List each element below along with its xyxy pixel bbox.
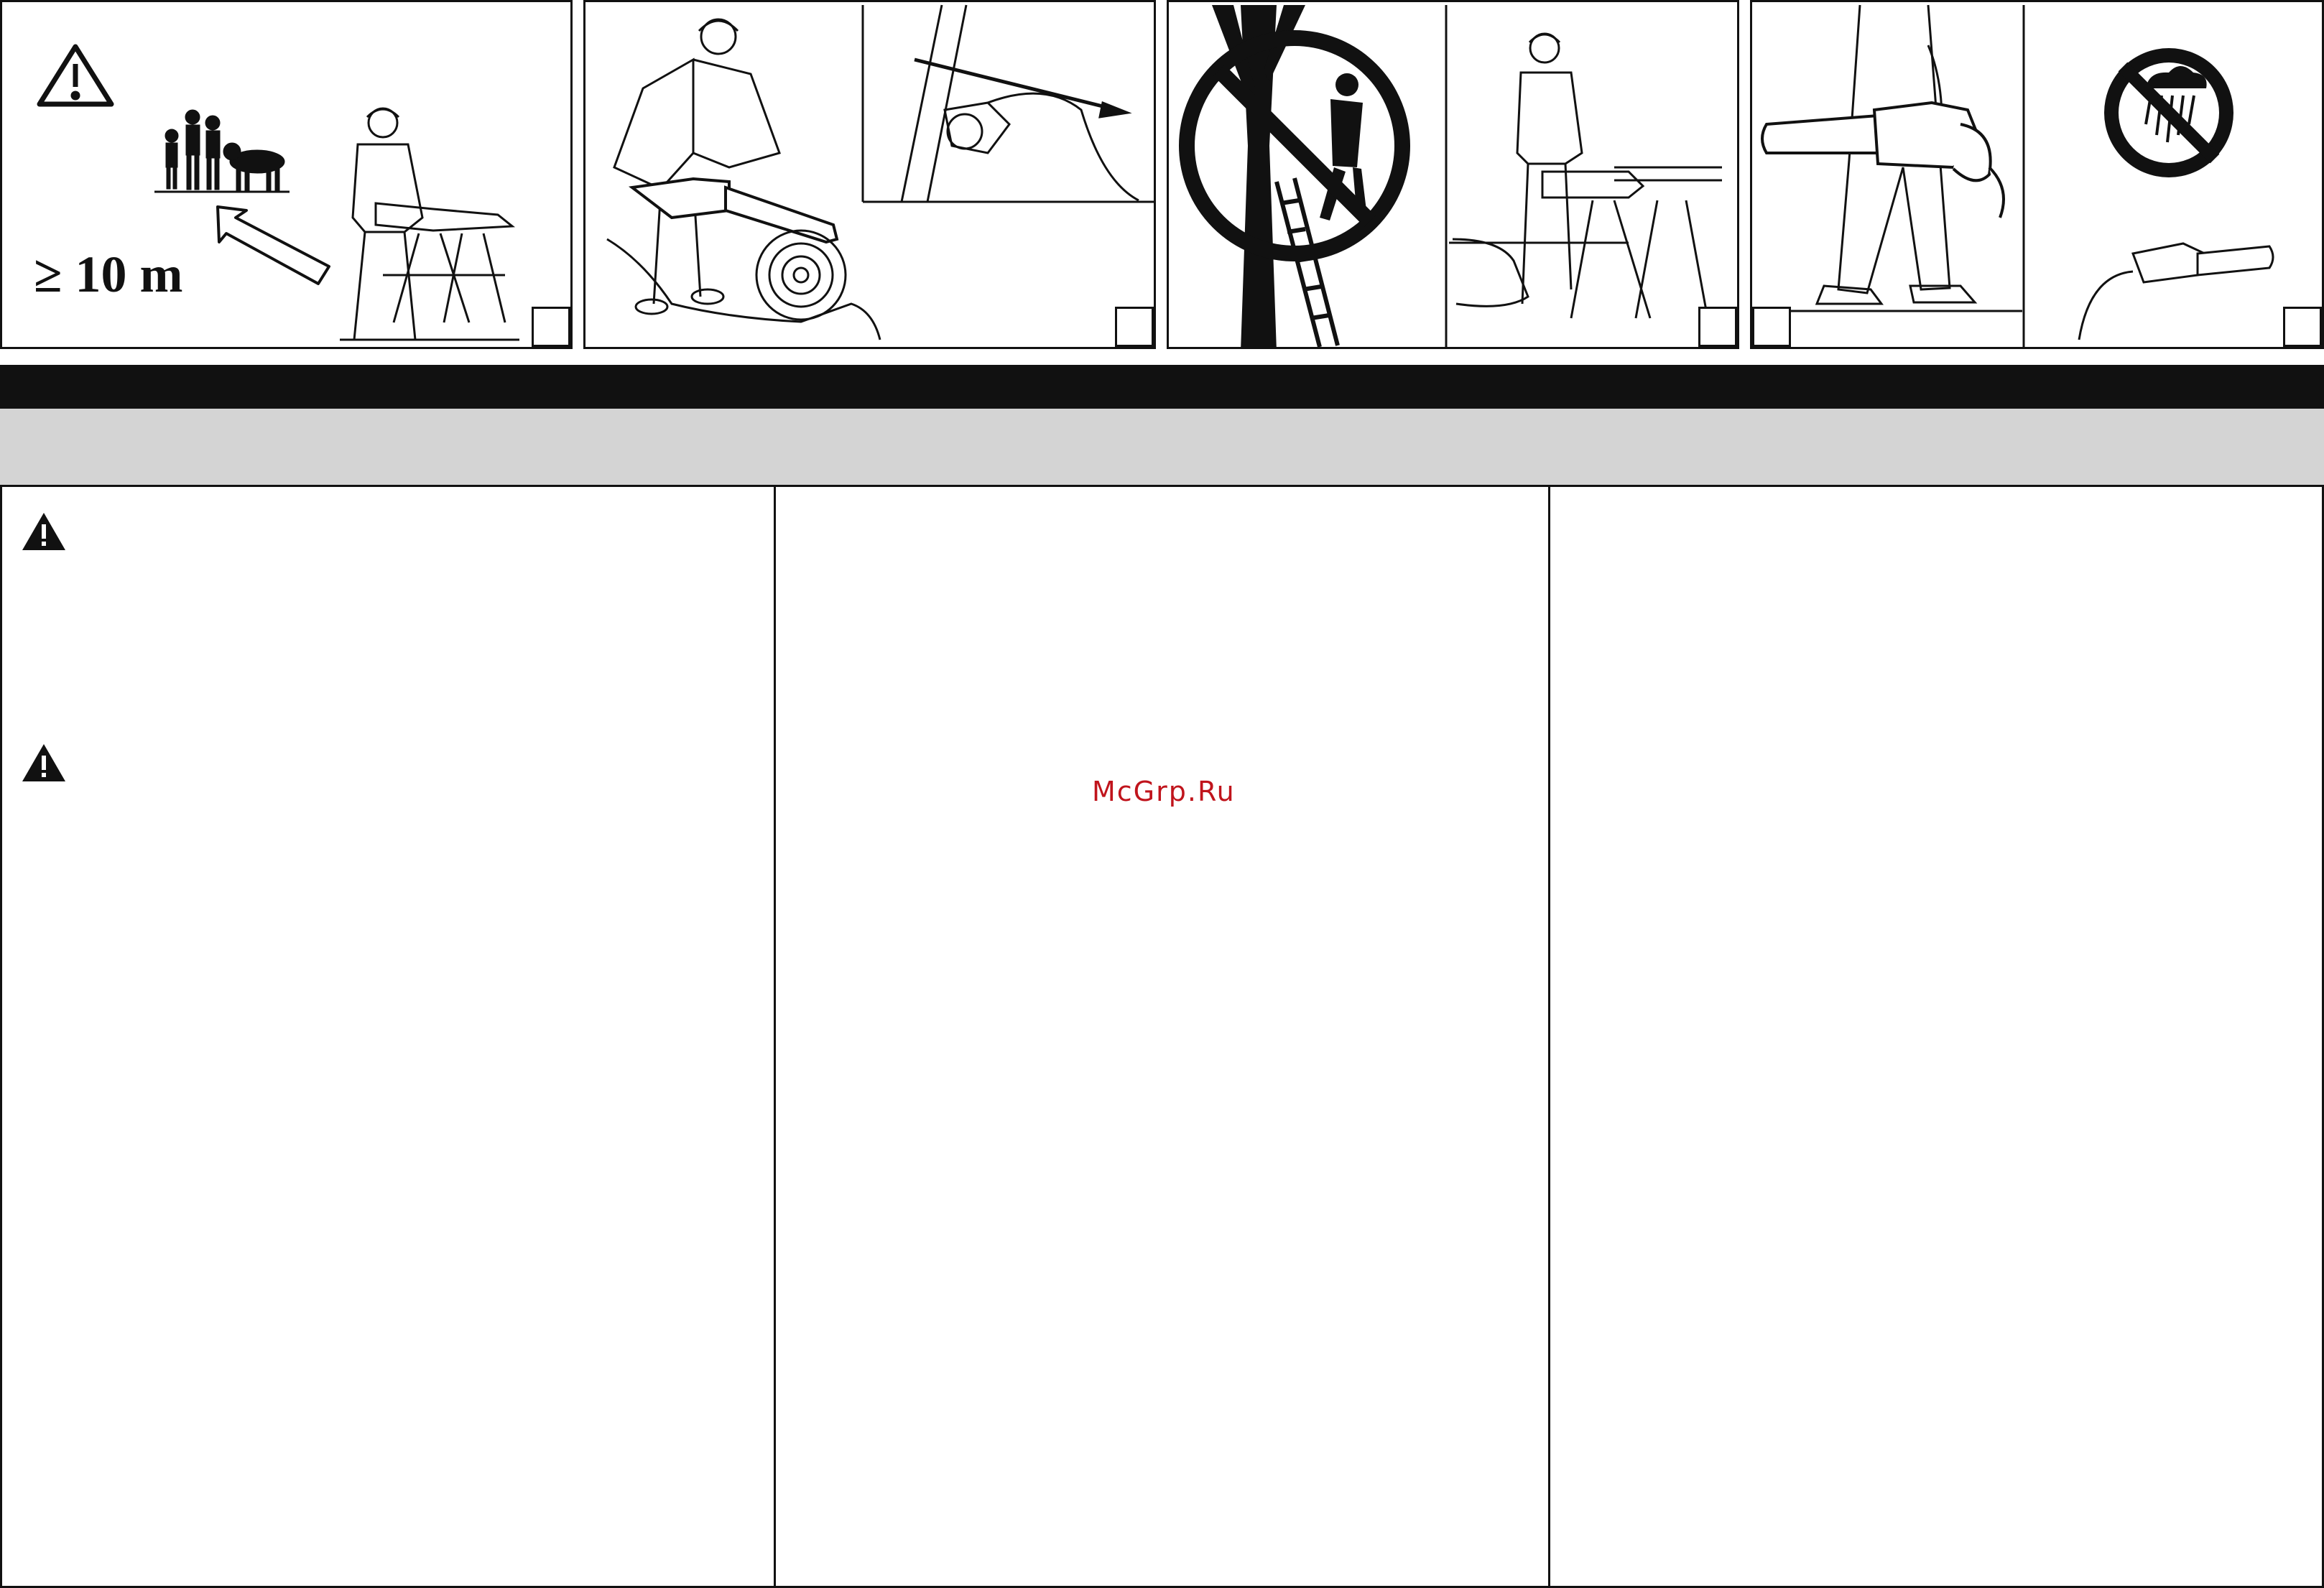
warning-triangle-icon — [37, 44, 114, 107]
figure-2-illustration — [606, 4, 1154, 340]
bystanders-illustration — [154, 109, 290, 193]
distance-label: ≥ 10 m — [34, 246, 183, 303]
figure-number-box — [1698, 307, 1737, 347]
figure-3-illustration — [1179, 5, 1722, 347]
log-illustration — [606, 229, 881, 340]
arrow-illustration — [216, 205, 330, 285]
text-column-3 — [1548, 487, 2324, 1588]
figure-number-box — [532, 307, 570, 347]
operator-illustration — [340, 107, 519, 341]
section-title-bar — [0, 365, 2324, 407]
operator-illustration — [613, 18, 781, 315]
warning-icon — [22, 744, 65, 781]
figure-4-illustration — [1761, 4, 2274, 347]
small-chainsaw-illustration — [2078, 242, 2274, 340]
figure-panel-4 — [1750, 0, 2324, 349]
cable-inset-illustration — [861, 4, 1154, 203]
text-column-2 — [774, 487, 1550, 1588]
figure-number-box-right — [2283, 307, 2322, 347]
chainsaw-illustration — [628, 177, 839, 244]
figure-panel-3 — [1167, 0, 1739, 349]
figure-number-box — [1752, 307, 1791, 347]
no-rain-icon — [2104, 48, 2233, 177]
figure-panel-1: ≥ 10 m — [0, 0, 573, 349]
warning-icon — [22, 513, 65, 550]
prohibition-icon — [1179, 30, 1410, 261]
chainsaw-illustration — [1761, 101, 2005, 218]
text-column-1 — [0, 487, 776, 1588]
figure-number-box — [1115, 307, 1154, 347]
operator-illustration — [1449, 32, 1722, 319]
figure-panel-2 — [583, 0, 1156, 349]
watermark: McGrp.Ru — [1092, 776, 1236, 807]
section-subtitle-bar — [0, 407, 2324, 487]
